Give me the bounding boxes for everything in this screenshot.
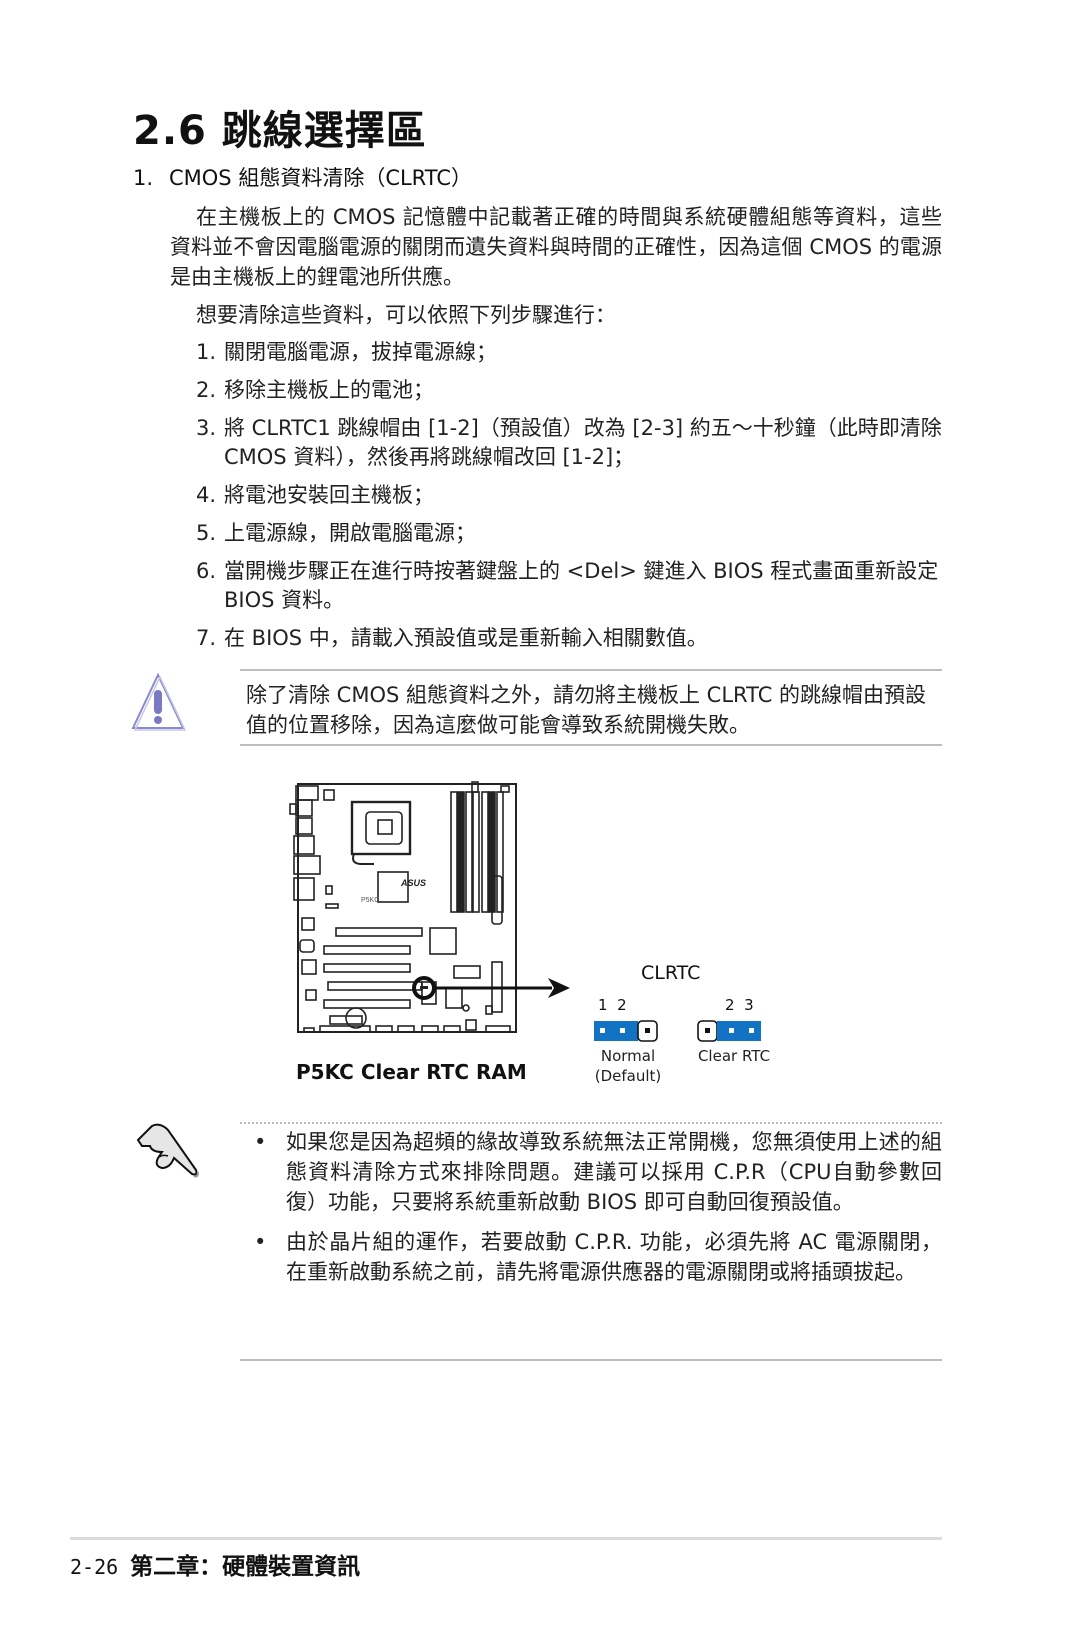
section-title: 2.6 跳線選擇區 [133,108,427,154]
note-text: 如果您是因為超頻的緣故導致系統無法正常開機，您無須使用上述的組態資料清除方式來排… [286,1130,942,1214]
board-brand-label: ASUS [400,878,426,888]
step-item: 7. 在 BIOS 中，請載入預設值或是重新輸入相關數值。 [196,624,942,653]
jumper-normal-icon [594,1020,658,1042]
step-text: 關閉電腦電源，拔掉電源線； [224,340,497,364]
step-number: 5. [196,521,217,545]
step-item: 4. 將電池安裝回主機板； [196,481,942,510]
normal-label: Normal [600,1047,656,1065]
page-footer: 2-26 第二章：硬體裝置資訊 [70,1547,360,1581]
bullet: • [254,1130,267,1154]
subheading-number: 1. [133,166,154,190]
step-number: 2. [196,378,217,402]
step-number: 6. [196,559,217,583]
note-bottom-rule [240,1359,942,1361]
step-item: 2. 移除主機板上的電池； [196,376,942,405]
jumper-title: CLRTC [641,962,701,984]
note-item: • 如果您是因為超頻的緣故導致系統無法正常開機，您無須使用上述的組態資料清除方式來… [252,1127,942,1217]
jumper-clear-icon [697,1020,761,1042]
steps-intro: 想要清除這些資料，可以依照下列步驟進行： [196,303,616,327]
board-model-label: P5KC [361,897,379,904]
diagram-caption: P5KC Clear RTC RAM [296,1060,527,1084]
step-number: 4. [196,483,217,507]
footer-rule [70,1537,942,1540]
step-text: 將電池安裝回主機板； [224,483,434,507]
warning-top-rule [240,669,942,671]
steps-list: 1. 關閉電腦電源，拔掉電源線； 2. 移除主機板上的電池； 3. 將 CLRTC1 … [196,338,942,662]
note-top-rule [240,1122,942,1124]
step-item: 6. 當開機步驟正在進行時按著鍵盤上的 <Del> 鍵進入 BIOS 程式畫面重新… [196,557,942,615]
intro-paragraph: 在主機板上的 CMOS 記憶體中記載著正確的時間與系統硬體組態等資料，這些資料並… [170,205,942,289]
step-item: 1. 關閉電腦電源，拔掉電源線； [196,338,942,367]
step-item: 3. 將 CLRTC1 跳線帽由 [1-2]（預設值）改為 [2-3] 約五～十秒… [196,414,942,472]
motherboard-layout-diagram: ASUS P5KC [289,781,570,1033]
clear-pin-numbers: 2 3 [725,996,754,1014]
step-number: 3. [196,416,217,440]
pointing-hand-icon [136,1123,199,1178]
step-number: 7. [196,626,217,650]
note-text: 由於晶片組的運作，若要啟動 C.P.R. 功能，必須先將 AC 電源關閉，在重新… [286,1230,942,1284]
notes-list: • 如果您是因為超頻的緣故導致系統無法正常開機，您無須使用上述的組態資料清除方式來… [252,1127,942,1297]
step-text: 將 CLRTC1 跳線帽由 [1-2]（預設值）改為 [2-3] 約五～十秒鐘（… [224,416,942,469]
step-item: 5. 上電源線，開啟電腦電源； [196,519,942,548]
normal-default-label: (Default) [594,1067,662,1085]
page-number: 2-26 [70,1555,119,1579]
warning-text: 除了清除 CMOS 組態資料之外，請勿將主機板上 CLRTC 的跳線帽由預設值的… [246,683,927,737]
step-text: 當開機步驟正在進行時按著鍵盤上的 <Del> 鍵進入 BIOS 程式畫面重新設定… [224,559,939,612]
note-item: • 由於晶片組的運作，若要啟動 C.P.R. 功能，必須先將 AC 電源關閉，在重… [252,1227,942,1287]
step-text: 在 BIOS 中，請載入預設值或是重新輸入相關數值。 [224,626,708,650]
normal-pin-numbers: 1 2 [598,996,627,1014]
chapter-title: 第二章：硬體裝置資訊 [130,1554,361,1580]
clear-rtc-label: Clear RTC [697,1047,771,1065]
subheading-text: CMOS 組態資料清除（CLRTC） [169,166,473,190]
step-number: 1. [196,340,217,364]
warning-triangle-icon [131,672,186,731]
subheading: 1. CMOS 組態資料清除（CLRTC） [133,162,472,192]
warning-bottom-rule [240,744,942,746]
step-text: 移除主機板上的電池； [224,378,434,402]
bullet: • [254,1230,267,1254]
step-text: 上電源線，開啟電腦電源； [224,521,476,545]
